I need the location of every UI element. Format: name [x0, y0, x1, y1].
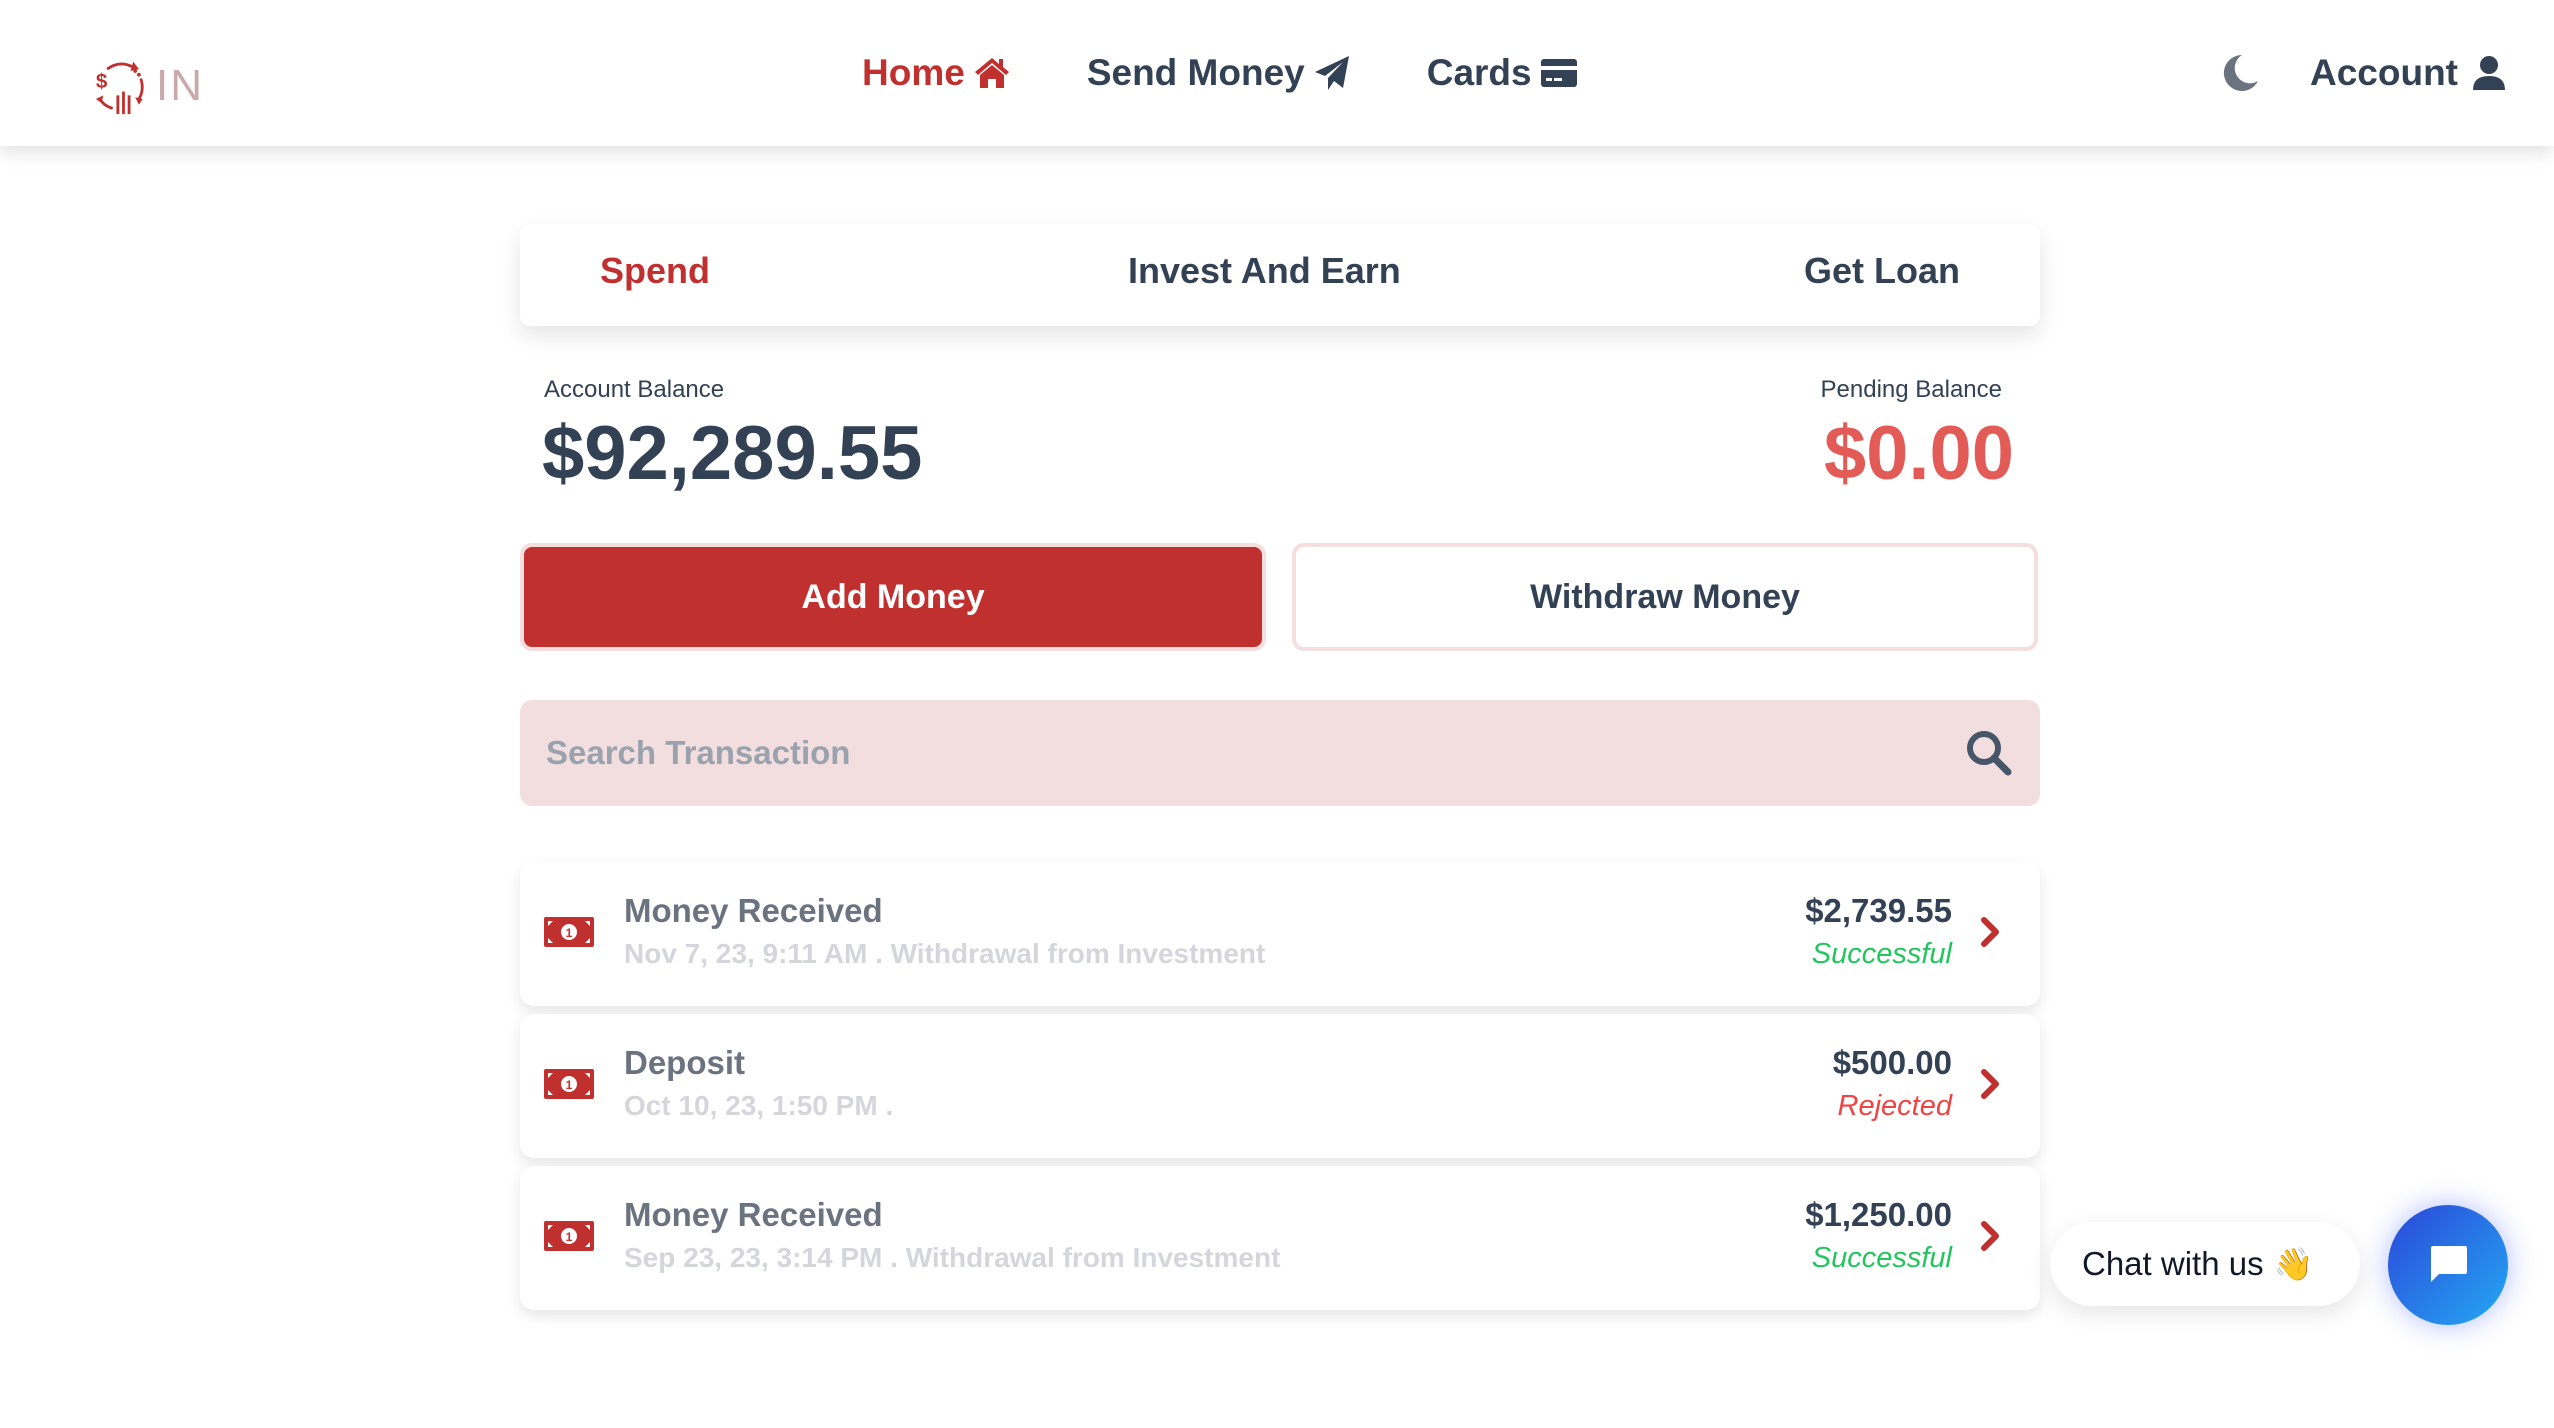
- money-bill-icon: 1: [544, 917, 594, 947]
- logo-text: IN: [156, 61, 204, 110]
- transaction-row[interactable]: 1 Money Received Nov 7, 23, 9:11 AM . Wi…: [520, 862, 2040, 1006]
- transaction-details: Sep 23, 23, 3:14 PM . Withdrawal from In…: [624, 1242, 1281, 1273]
- chat-launcher-button[interactable]: [2388, 1205, 2508, 1325]
- account-balance-value: $92,289.55: [542, 411, 923, 496]
- transaction-row[interactable]: 1 Deposit Oct 10, 23, 1:50 PM . $500.00 …: [520, 1014, 2040, 1158]
- nav-item-home[interactable]: Home: [862, 52, 1011, 94]
- account-label: Account: [2310, 52, 2458, 93]
- tab-get-loan[interactable]: Get Loan: [1804, 250, 1960, 292]
- nav-item-label: Home: [862, 52, 965, 93]
- nav-item-label: Cards: [1426, 52, 1532, 93]
- moon-icon[interactable]: [2220, 53, 2260, 93]
- svg-text:1: 1: [566, 1078, 573, 1092]
- home-icon: [974, 58, 1009, 88]
- tab-spend[interactable]: Spend: [600, 250, 710, 292]
- chevron-right-icon[interactable]: [1980, 914, 2004, 950]
- main-nav: Home Send Money Cards: [862, 42, 1578, 104]
- account-menu[interactable]: Account: [2310, 52, 2506, 94]
- withdraw-money-button[interactable]: Withdraw Money: [1292, 543, 2038, 651]
- search-bar: [520, 700, 2040, 806]
- account-balance-label: Account Balance: [544, 376, 725, 403]
- svg-text:$: $: [96, 70, 108, 93]
- logo[interactable]: $ IN: [94, 50, 204, 122]
- chat-bubble-icon: [2431, 1246, 2467, 1282]
- transaction-status: Successful: [1811, 1242, 1952, 1274]
- search-icon[interactable]: [1964, 728, 2014, 778]
- nav-right: Account: [2220, 42, 2506, 104]
- credit-card-icon: [1540, 59, 1577, 87]
- chevron-right-icon[interactable]: [1980, 1066, 2004, 1102]
- transaction-details: Nov 7, 23, 9:11 AM . Withdrawal from Inv…: [624, 938, 1266, 969]
- transaction-row[interactable]: 1 Money Received Sep 23, 23, 3:14 PM . W…: [520, 1166, 2040, 1310]
- transaction-status: Rejected: [1837, 1090, 1952, 1122]
- top-navbar: $ IN Home Send Money Cards Account: [0, 0, 2554, 146]
- user-icon: [2473, 56, 2505, 90]
- nav-item-cards[interactable]: Cards: [1427, 52, 1578, 94]
- chat-with-us-prompt[interactable]: Chat with us 👋: [2050, 1222, 2360, 1306]
- tab-invest-and-earn[interactable]: Invest And Earn: [1128, 250, 1401, 292]
- logo-icon: $: [95, 61, 144, 115]
- transaction-amount: $1,250.00: [1805, 1196, 1952, 1233]
- transaction-amount: $2,739.55: [1805, 892, 1952, 929]
- nav-item-label: Send Money: [1086, 52, 1305, 93]
- waving-hand-icon: 👋: [2273, 1246, 2314, 1282]
- product-tabs: Spend Invest And Earn Get Loan: [520, 224, 2040, 326]
- transaction-amount: $500.00: [1832, 1044, 1952, 1081]
- svg-text:1: 1: [566, 1230, 573, 1244]
- transaction-details: Oct 10, 23, 1:50 PM .: [624, 1090, 894, 1121]
- transaction-title: Deposit: [624, 1044, 746, 1081]
- add-money-button[interactable]: Add Money: [520, 543, 1266, 651]
- paper-plane-icon: [1314, 56, 1349, 90]
- chat-label: Chat with us: [2082, 1245, 2264, 1282]
- nav-item-send-money[interactable]: Send Money: [1087, 52, 1351, 94]
- transaction-title: Money Received: [624, 1196, 883, 1233]
- pending-balance-label: Pending Balance: [1820, 376, 2002, 403]
- svg-text:1: 1: [566, 926, 573, 940]
- pending-balance-value: $0.00: [1823, 411, 2014, 496]
- chevron-right-icon[interactable]: [1980, 1218, 2004, 1254]
- transaction-title: Money Received: [624, 892, 883, 929]
- money-bill-icon: 1: [544, 1221, 594, 1251]
- money-bill-icon: 1: [544, 1069, 594, 1099]
- search-transaction-input[interactable]: [520, 700, 1964, 806]
- transaction-status: Successful: [1811, 938, 1952, 970]
